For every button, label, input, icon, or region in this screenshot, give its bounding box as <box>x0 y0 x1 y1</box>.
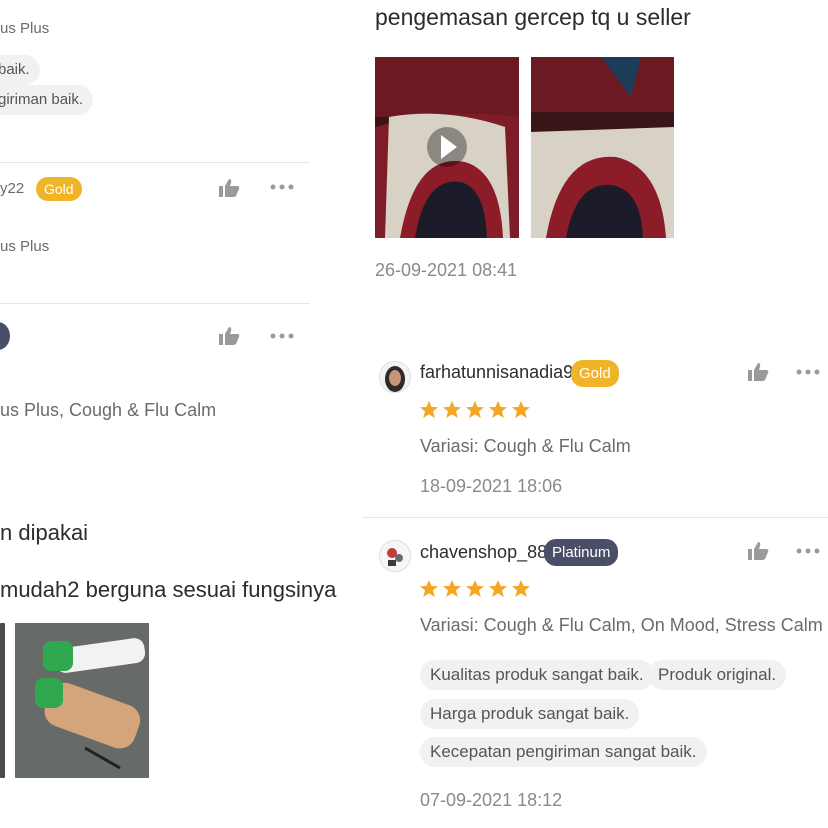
star-icon <box>443 401 461 418</box>
tag-chip: Kualitas produk sangat baik. <box>420 660 654 690</box>
review-username: farhatunnisanadia97 <box>420 362 584 382</box>
star-icon <box>466 401 484 418</box>
variant-text-2: us Plus <box>0 238 50 255</box>
star-icon <box>489 401 507 418</box>
more-icon[interactable] <box>270 183 294 191</box>
star-icon <box>512 401 530 418</box>
review-comment-line: pengemasan gercep tq u seller <box>375 4 691 30</box>
star-icon <box>489 580 507 597</box>
tag-chip-1: baik. <box>0 55 40 85</box>
variant-text-1: us Plus <box>0 20 50 37</box>
thumbs-up-icon[interactable] <box>218 178 240 198</box>
more-icon[interactable] <box>796 368 820 376</box>
avatar[interactable] <box>379 361 411 393</box>
review-comment-line: n dipakai <box>0 520 89 545</box>
star-rating <box>419 579 534 604</box>
variant-text-3: us Plus, Cough & Flu Calm <box>0 400 217 420</box>
thumbs-up-icon[interactable] <box>218 325 240 347</box>
tag-chip: Harga produk sangat baik. <box>420 699 640 729</box>
divider <box>0 162 310 163</box>
platinum-badge: Platinum <box>544 539 619 566</box>
tag-chip: Produk original. <box>648 660 787 690</box>
review-photo[interactable] <box>0 623 5 778</box>
star-icon <box>420 401 438 418</box>
star-icon <box>512 580 530 597</box>
review-timestamp: 18-09-2021 18:06 <box>420 476 563 496</box>
avatar[interactable] <box>0 322 10 350</box>
divider <box>0 303 310 304</box>
tag-chip-2: giriman baik. <box>0 85 94 115</box>
review-username: y22 <box>0 180 25 197</box>
gold-badge: Gold <box>571 360 619 387</box>
divider <box>362 517 828 518</box>
gold-badge: Gold <box>36 177 82 201</box>
review-video-thumbnail[interactable] <box>375 57 519 238</box>
thumbs-up-icon[interactable] <box>747 541 769 561</box>
review-timestamp: 07-09-2021 18:12 <box>420 790 563 810</box>
more-icon[interactable] <box>270 332 294 340</box>
more-icon[interactable] <box>796 547 820 555</box>
variant-text: Variasi: Cough & Flu Calm, On Mood, Stre… <box>420 615 823 635</box>
review-username: chavenshop_888 <box>420 542 558 562</box>
star-icon <box>466 580 484 597</box>
thumbs-up-icon[interactable] <box>747 362 769 382</box>
review-photo[interactable] <box>15 623 149 778</box>
star-icon <box>443 580 461 597</box>
review-photo[interactable] <box>531 57 674 238</box>
variant-text: Variasi: Cough & Flu Calm <box>420 436 631 456</box>
star-icon <box>420 580 438 597</box>
review-timestamp: 26-09-2021 08:41 <box>375 260 518 280</box>
review-comment-line: mudah2 berguna sesuai fungsinya <box>0 577 337 602</box>
tag-chip: Kecepatan pengiriman sangat baik. <box>420 737 707 767</box>
avatar[interactable] <box>379 540 411 572</box>
star-rating <box>419 400 534 425</box>
